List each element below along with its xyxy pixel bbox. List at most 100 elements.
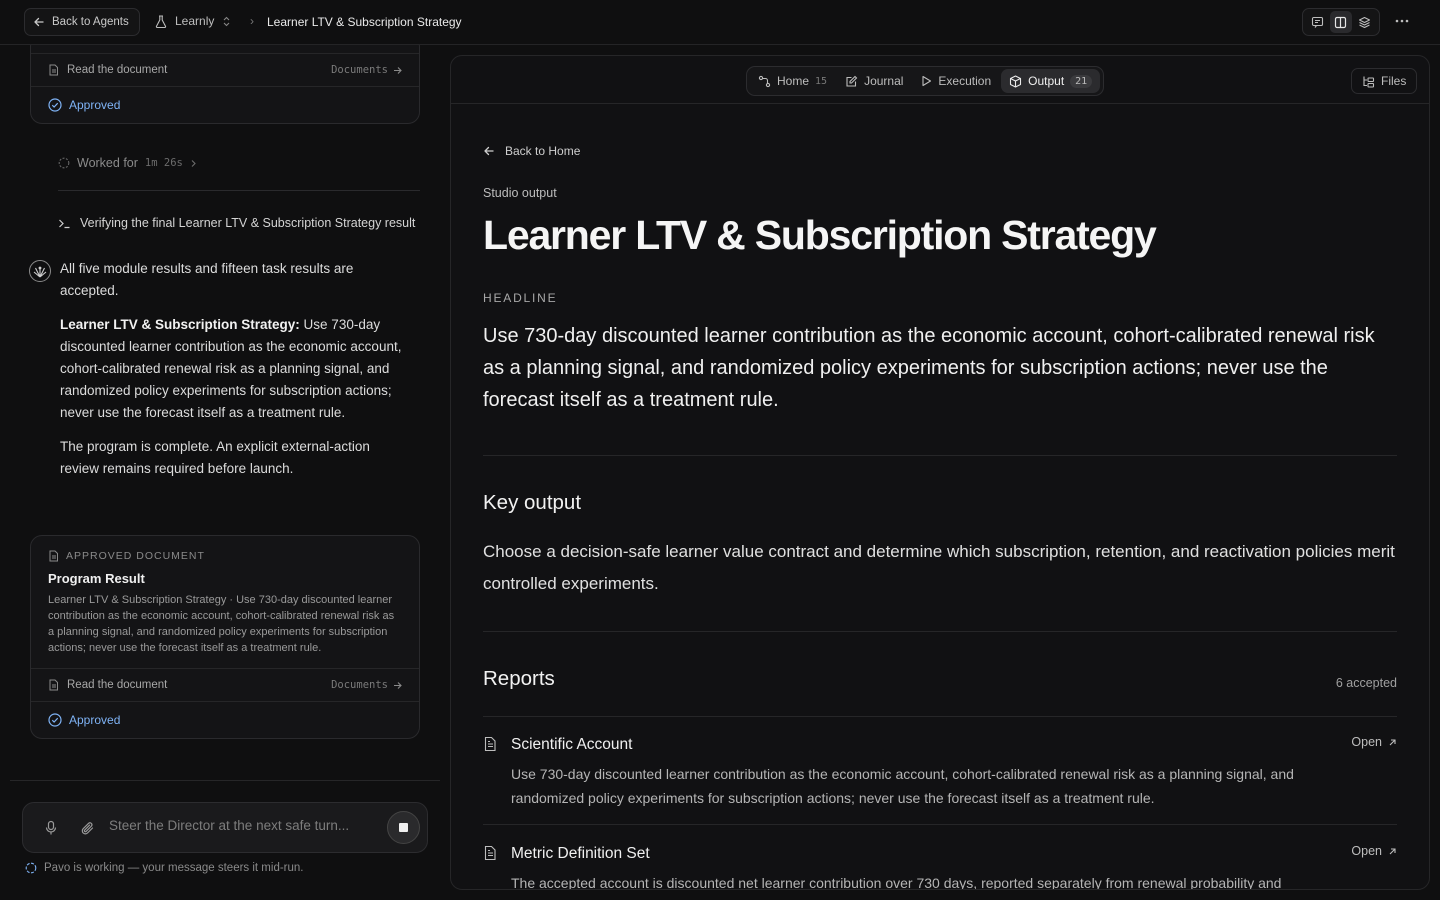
chat-view-button[interactable] xyxy=(1307,11,1329,33)
top-bar: Back to Agents Learnly › Learner LTV & S… xyxy=(0,0,1440,45)
tab-journal-label: Journal xyxy=(864,74,904,88)
folder-tree-icon xyxy=(1363,76,1375,88)
section-divider xyxy=(483,455,1397,456)
page-title: Learner LTV & Subscription Strategy xyxy=(483,212,1157,258)
report-name: Scientific Account xyxy=(511,736,633,753)
external-arrow-icon xyxy=(1389,738,1396,745)
approved-label: Approved xyxy=(69,98,121,112)
program-result-card: APPROVED DOCUMENT Program Result Learner… xyxy=(30,535,420,739)
documents-link[interactable]: Documents xyxy=(331,679,402,691)
report-description: The accepted account is discounted net l… xyxy=(511,875,1282,890)
document-icon xyxy=(49,64,58,76)
message-paragraph-1: All five module results and fifteen task… xyxy=(60,261,354,298)
arrow-left-icon xyxy=(484,146,494,156)
files-label: Files xyxy=(1381,74,1407,88)
tab-home-label: Home xyxy=(777,74,810,88)
headline-text: Use 730-day discounted learner contribut… xyxy=(483,325,1375,411)
key-output-text: Choose a decision-safe learner value con… xyxy=(483,542,1395,593)
ellipsis-icon xyxy=(1395,19,1409,23)
play-icon xyxy=(922,75,932,87)
stop-icon xyxy=(399,823,408,832)
card-spacer xyxy=(31,45,419,53)
verify-step-text: Verifying the final Learner LTV & Subscr… xyxy=(80,216,416,230)
worked-for-toggle[interactable]: Worked for 1m 26s xyxy=(58,156,197,170)
tab-output-count: 21 xyxy=(1070,74,1093,88)
documents-link-label: Documents xyxy=(331,64,388,76)
read-document-label: Read the document xyxy=(67,64,168,76)
report-open-link[interactable]: Open xyxy=(1351,844,1397,858)
tab-execution-label: Execution xyxy=(938,74,992,88)
approved-status: Approved xyxy=(31,701,419,738)
report-open-label: Open xyxy=(1351,735,1382,749)
report-name: Metric Definition Set xyxy=(511,845,650,862)
files-button[interactable]: Files xyxy=(1351,68,1418,94)
app-switcher[interactable]: Learnly xyxy=(155,14,231,28)
report-item[interactable]: Scientific Account Open Use 730-day disc… xyxy=(483,716,1397,825)
layers-icon xyxy=(1358,16,1370,28)
tab-execution[interactable]: Execution xyxy=(913,69,999,93)
split-view-icon xyxy=(1335,16,1347,28)
tab-home[interactable]: Home 15 xyxy=(750,69,835,93)
view-toggle-group xyxy=(1302,8,1380,36)
read-document-label: Read the document xyxy=(67,679,168,691)
read-document-row[interactable]: Read the document Documents xyxy=(31,668,419,701)
package-icon xyxy=(1010,74,1022,88)
document-icon xyxy=(484,736,496,752)
view-tabs: Home 15 Journal Execution Output 21 xyxy=(746,66,1105,96)
document-kind-label: APPROVED DOCUMENT xyxy=(66,550,205,562)
report-description: Use 730-day discounted learner contribut… xyxy=(511,766,1294,806)
agent-status-line: Pavo is working — your message steers it… xyxy=(25,862,303,874)
spinner-icon xyxy=(58,157,70,169)
back-to-home-label: Back to Home xyxy=(505,144,581,158)
breadcrumb-title: Learner LTV & Subscription Strategy xyxy=(267,15,462,29)
tab-journal[interactable]: Journal xyxy=(837,69,911,93)
program-result-summary[interactable]: APPROVED DOCUMENT Program Result Learner… xyxy=(31,536,419,668)
split-view-button[interactable] xyxy=(1329,11,1352,33)
back-to-home-link[interactable]: Back to Home xyxy=(483,144,580,158)
verify-step[interactable]: Verifying the final Learner LTV & Subscr… xyxy=(58,216,440,230)
document-title: Program Result xyxy=(48,571,145,586)
attach-button[interactable] xyxy=(78,819,96,837)
tabs-bar: Home 15 Journal Execution Output 21 File… xyxy=(451,56,1429,104)
approved-label: Approved xyxy=(69,713,121,727)
external-arrow-icon xyxy=(1389,847,1396,854)
chat-panel: Read the document Documents Approved Wor… xyxy=(0,45,440,900)
breadcrumb-separator: › xyxy=(250,14,254,28)
arrow-left-icon xyxy=(34,17,44,27)
composer-divider xyxy=(10,780,440,781)
agent-message: All five module results and fifteen task… xyxy=(60,258,410,492)
stop-button[interactable] xyxy=(387,811,420,844)
agent-status-text: Pavo is working — your message steers it… xyxy=(44,862,304,874)
section-divider xyxy=(483,631,1397,632)
microphone-button[interactable] xyxy=(42,819,60,837)
document-icon xyxy=(49,679,58,691)
composer-input[interactable]: Steer the Director at the next safe turn… xyxy=(109,818,349,833)
key-output-heading: Key output xyxy=(483,491,582,514)
document-kind: APPROVED DOCUMENT xyxy=(48,550,402,562)
report-open-link[interactable]: Open xyxy=(1351,735,1397,749)
tab-output[interactable]: Output 21 xyxy=(1001,69,1101,93)
back-to-agents-label: Back to Agents xyxy=(52,16,129,28)
microphone-icon xyxy=(45,820,57,835)
paperclip-icon xyxy=(81,821,93,834)
documents-link[interactable]: Documents xyxy=(331,64,402,76)
headline-label: HEADLINE xyxy=(483,291,558,305)
message-paragraph-2-text: Use 730-day discounted learner contribut… xyxy=(60,317,402,420)
reports-count: 6 accepted xyxy=(1335,676,1397,690)
chevron-right-icon xyxy=(191,159,196,167)
previous-document-card: Read the document Documents Approved xyxy=(30,45,420,124)
check-circle-icon xyxy=(48,713,62,727)
approved-status: Approved xyxy=(31,86,419,123)
back-to-agents-button[interactable]: Back to Agents xyxy=(24,8,140,36)
layers-view-button[interactable] xyxy=(1353,11,1375,33)
more-options-button[interactable] xyxy=(1392,11,1412,31)
read-document-row[interactable]: Read the document Documents xyxy=(31,53,419,86)
app-name: Learnly xyxy=(175,14,215,28)
terminal-icon xyxy=(59,219,70,228)
arrow-right-icon xyxy=(394,66,402,74)
report-item[interactable]: Metric Definition Set Open The accepted … xyxy=(483,825,1397,890)
message-paragraph-3: The program is complete. An explicit ext… xyxy=(60,439,370,476)
message-paragraph-2: Learner LTV & Subscription Strategy: Use… xyxy=(60,314,410,424)
report-open-label: Open xyxy=(1351,844,1382,858)
worked-duration: 1m 26s xyxy=(144,157,183,169)
